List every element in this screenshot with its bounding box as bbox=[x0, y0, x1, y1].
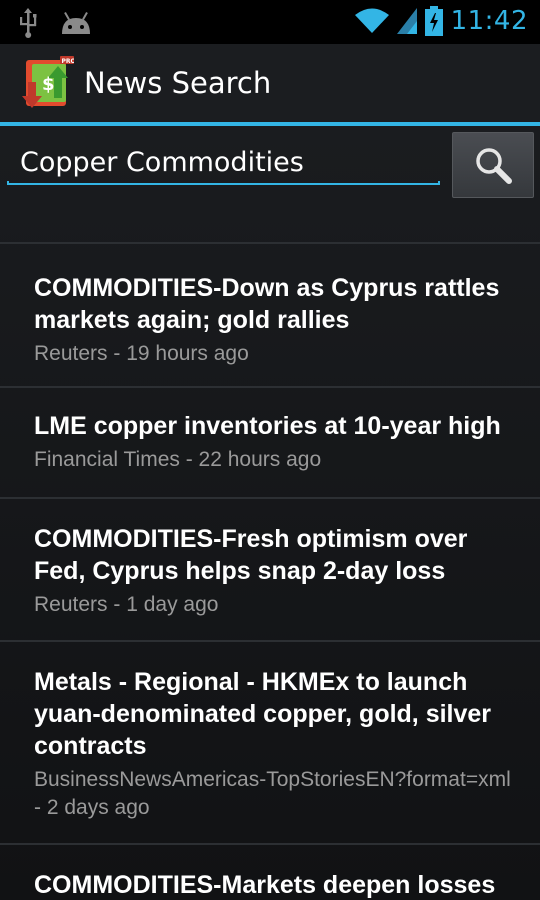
android-icon bbox=[62, 12, 90, 34]
usb-icon bbox=[20, 8, 37, 38]
result-item[interactable]: Metals - Regional - HKMEx to launch yuan… bbox=[0, 640, 540, 843]
result-meta: Reuters - 1 day ago bbox=[34, 593, 219, 616]
search-input[interactable] bbox=[8, 138, 440, 186]
result-item[interactable]: COMMODITIES-Down as Cyprus rattles marke… bbox=[0, 242, 540, 386]
result-item[interactable]: COMMODITIES-Fresh optimism over Fed, Cyp… bbox=[0, 497, 540, 640]
search-button[interactable] bbox=[452, 132, 534, 198]
clock: 11:42 bbox=[450, 6, 528, 36]
result-title: Metals - Regional - HKMEx to launch yuan… bbox=[34, 668, 492, 760]
result-item[interactable]: LME copper inventories at 10-year high F… bbox=[0, 386, 540, 497]
result-meta: BusinessNewsAmericas-TopStoriesEN?format… bbox=[34, 768, 511, 819]
result-meta: Reuters - 19 hours ago bbox=[34, 342, 249, 365]
status-bar-left bbox=[18, 8, 92, 38]
search-row bbox=[0, 126, 540, 244]
news-search-pro-logo-icon[interactable]: $ PRO bbox=[22, 56, 74, 110]
results-list: COMMODITIES-Down as Cyprus rattles marke… bbox=[0, 242, 540, 900]
action-bar: $ PRO News Search bbox=[0, 44, 540, 122]
status-bar: 11:42 bbox=[0, 0, 540, 44]
status-bar-right: 11:42 bbox=[354, 6, 528, 36]
battery-icon bbox=[424, 6, 443, 36]
search-input-underline bbox=[7, 181, 440, 185]
signal-icon bbox=[396, 8, 417, 34]
main-content: COMMODITIES-Down as Cyprus rattles marke… bbox=[0, 126, 540, 900]
svg-text:PRO: PRO bbox=[62, 58, 75, 65]
result-title: COMMODITIES-Markets deepen losses bbox=[34, 871, 496, 899]
result-title: LME copper inventories at 10-year high bbox=[34, 412, 501, 440]
wifi-icon bbox=[354, 8, 389, 33]
search-icon bbox=[476, 148, 512, 184]
result-item[interactable]: COMMODITIES-Markets deepen losses bbox=[0, 843, 540, 900]
result-title: COMMODITIES-Down as Cyprus rattles marke… bbox=[34, 274, 500, 334]
result-meta: Financial Times - 22 hours ago bbox=[34, 448, 322, 471]
app-title: News Search bbox=[84, 66, 272, 100]
svg-text:$: $ bbox=[42, 74, 55, 95]
result-title: COMMODITIES-Fresh optimism over Fed, Cyp… bbox=[34, 525, 468, 585]
